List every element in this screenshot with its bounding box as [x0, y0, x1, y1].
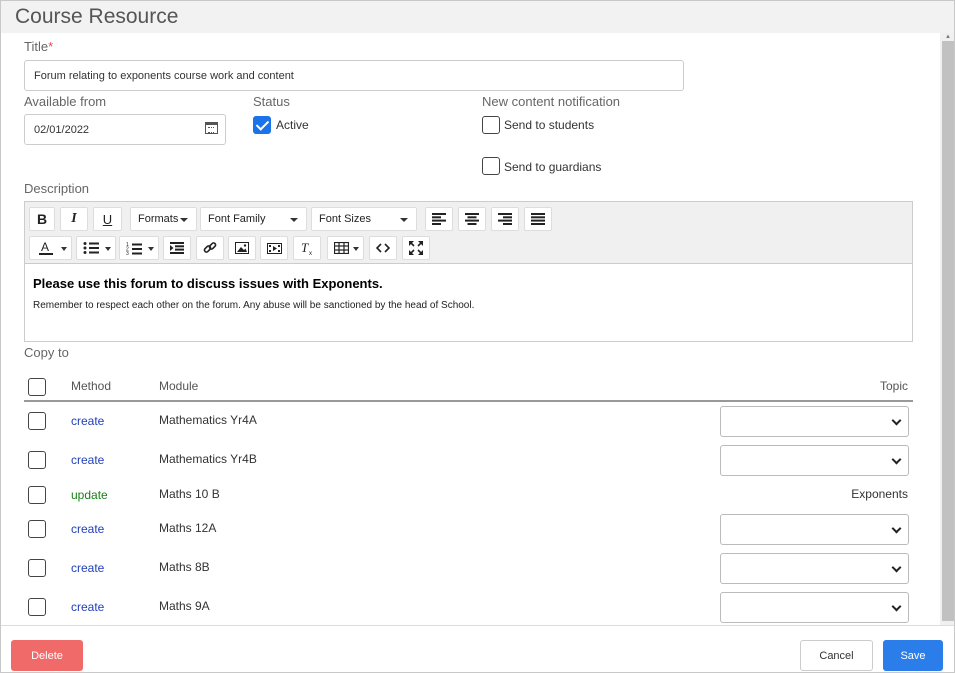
row-checkbox[interactable]: [28, 451, 46, 469]
text-color-icon: A: [39, 240, 53, 255]
fullscreen-icon: [409, 241, 423, 255]
send-to-students-checkbox[interactable]: [482, 116, 500, 134]
row-checkbox[interactable]: [28, 598, 46, 616]
font-family-dropdown[interactable]: Font Family: [200, 207, 307, 231]
align-center-button[interactable]: [458, 207, 486, 231]
method-link[interactable]: update: [71, 488, 108, 502]
bullet-list-icon: [83, 242, 99, 254]
image-icon: [235, 242, 249, 254]
method-link[interactable]: create: [71, 453, 104, 467]
module-name: Maths 8B: [159, 560, 210, 574]
module-name: Maths 10 B: [159, 487, 220, 501]
notification-label: New content notification: [482, 94, 621, 109]
scroll-up-arrow-icon[interactable]: ▲: [942, 34, 954, 40]
select-all-checkbox[interactable]: [28, 378, 46, 396]
indent-button[interactable]: [163, 236, 191, 260]
save-button[interactable]: Save: [883, 640, 943, 671]
dialog-title: Course Resource: [15, 5, 179, 28]
send-to-guardians-checkbox[interactable]: [482, 157, 500, 175]
formats-dropdown[interactable]: Formats: [130, 207, 197, 231]
available-from-input[interactable]: 02/01/2022: [24, 114, 226, 145]
image-button[interactable]: [228, 236, 256, 260]
underline-button[interactable]: U: [93, 207, 122, 231]
link-icon: [203, 242, 217, 253]
indent-icon: [170, 242, 184, 254]
calendar-icon[interactable]: [205, 122, 218, 134]
available-from-value: 02/01/2022: [34, 123, 90, 136]
topic-select[interactable]: [720, 553, 909, 584]
editor-content[interactable]: Please use this forum to discuss issues …: [33, 276, 903, 311]
numbered-list-button[interactable]: 123: [119, 236, 159, 260]
topic-select[interactable]: [720, 406, 909, 437]
module-name: Mathematics Yr4A: [159, 413, 257, 427]
method-link[interactable]: create: [71, 522, 104, 536]
svg-text:3: 3: [126, 251, 129, 255]
editor-body: Remember to respect each other on the fo…: [33, 300, 475, 311]
table-divider: [24, 400, 913, 402]
align-justify-icon: [531, 213, 545, 225]
text-color-button[interactable]: A: [29, 236, 72, 260]
module-name: Mathematics Yr4B: [159, 452, 257, 466]
method-link[interactable]: create: [71, 561, 104, 575]
dialog-titlebar: Course Resource: [1, 1, 954, 33]
media-icon: [266, 242, 282, 254]
bullet-list-button[interactable]: [76, 236, 116, 260]
row-checkbox[interactable]: [28, 486, 46, 504]
align-center-icon: [465, 213, 479, 225]
font-sizes-dropdown[interactable]: Font Sizes: [311, 207, 417, 231]
module-name: Maths 9A: [159, 599, 210, 613]
svg-text:T: T: [301, 241, 309, 255]
fullscreen-button[interactable]: [402, 236, 430, 260]
description-editor: B I U Formats Font Family Font Sizes A 1…: [24, 201, 913, 342]
editor-toolbar: B I U Formats Font Family Font Sizes A 1…: [25, 202, 912, 264]
svg-text:x: x: [309, 251, 312, 255]
title-label: Title*: [24, 39, 54, 54]
italic-button[interactable]: I: [60, 207, 88, 231]
delete-button[interactable]: Delete: [11, 640, 83, 671]
align-right-button[interactable]: [491, 207, 519, 231]
topic-select[interactable]: [720, 514, 909, 545]
send-to-guardians-label: Send to guardians: [504, 160, 602, 174]
active-checkbox[interactable]: [253, 116, 271, 134]
row-checkbox[interactable]: [28, 559, 46, 577]
topic-select[interactable]: [720, 445, 909, 476]
method-link[interactable]: create: [71, 600, 104, 614]
clear-formatting-button[interactable]: Tx: [293, 236, 321, 260]
module-header: Module: [159, 379, 199, 393]
align-justify-button[interactable]: [524, 207, 552, 231]
bold-button[interactable]: B: [29, 207, 55, 231]
code-icon: [376, 243, 390, 253]
cancel-button[interactable]: Cancel: [800, 640, 873, 671]
available-from-label: Available from: [24, 94, 107, 109]
row-checkbox[interactable]: [28, 412, 46, 430]
table-button[interactable]: [327, 236, 364, 260]
align-left-icon: [432, 213, 446, 225]
send-to-students-label: Send to students: [504, 118, 595, 132]
module-name: Maths 12A: [159, 521, 217, 535]
copy-to-label: Copy to: [24, 345, 69, 360]
table-icon: [334, 242, 349, 254]
topic-select[interactable]: [720, 592, 909, 623]
source-code-button[interactable]: [369, 236, 397, 260]
active-label: Active: [276, 118, 309, 132]
svg-text:A: A: [41, 240, 49, 254]
align-right-icon: [498, 213, 512, 225]
link-button[interactable]: [196, 236, 224, 260]
numbered-list-icon: 123: [126, 242, 142, 255]
description-label: Description: [24, 181, 90, 196]
method-header: Method: [71, 379, 112, 393]
media-button[interactable]: [260, 236, 288, 260]
method-link[interactable]: create: [71, 414, 104, 428]
editor-heading: Please use this forum to discuss issues …: [33, 276, 383, 291]
status-label: Status: [253, 94, 290, 109]
title-input[interactable]: Forum relating to exponents course work …: [24, 60, 684, 91]
dialog-footer: Delete Cancel Save: [1, 625, 954, 672]
topic-value: Exponents: [851, 487, 908, 501]
scrollbar-thumb[interactable]: [942, 41, 954, 621]
course-resource-dialog: Course Resource Title* Forum relating to…: [0, 0, 955, 673]
topic-header: Topic: [880, 379, 909, 393]
clear-formatting-icon: Tx: [301, 241, 312, 255]
row-checkbox[interactable]: [28, 520, 46, 538]
align-left-button[interactable]: [425, 207, 453, 231]
